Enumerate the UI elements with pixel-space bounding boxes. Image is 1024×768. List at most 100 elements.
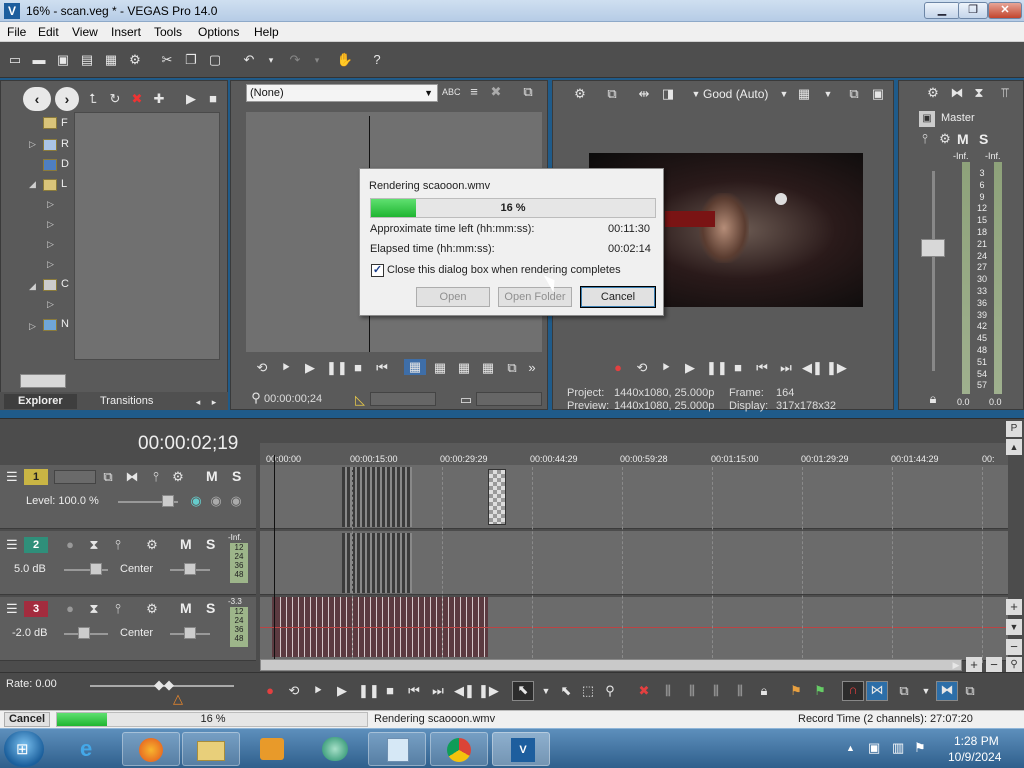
tab-transitions[interactable]: Transitions	[86, 394, 167, 409]
lock-icon[interactable]: 🔒︎	[756, 683, 772, 699]
taskbar-vegas[interactable]: V	[492, 732, 550, 766]
zoom-icon[interactable]: ▭	[458, 392, 474, 408]
track-header-video[interactable]: ☰ 1 ⧉ ⧓ ⫯ ⚙ M S Level: 100.0 % ◉ ◉ ◉	[0, 465, 256, 529]
menu-help[interactable]: Help	[254, 25, 279, 39]
chevron-down-icon[interactable]: ▼	[918, 683, 934, 699]
tray-date[interactable]: 10/9/2024	[948, 750, 1001, 764]
expand-icon[interactable]: ▷	[47, 299, 54, 310]
ripple-edit-icon[interactable]: ⧉	[896, 683, 912, 699]
chevron-down-icon[interactable]: ▼	[688, 86, 704, 102]
region-icon[interactable]: ⚑	[812, 683, 828, 699]
menu-tools[interactable]: Tools	[154, 25, 182, 39]
zoom-out-vertical-icon[interactable]: −	[1006, 639, 1022, 655]
master-downmix-icon[interactable]: ⧗	[971, 85, 987, 101]
save-snapshot-icon[interactable]: ▣	[870, 86, 886, 102]
track-fx-icon[interactable]: ⫯	[148, 469, 164, 485]
preview-quality[interactable]: Good (Auto)	[703, 87, 768, 101]
scroll-up-icon[interactable]: ▲	[1006, 439, 1022, 455]
forward-icon[interactable]: ›	[55, 87, 79, 111]
track-volume-knob[interactable]	[90, 563, 102, 575]
refresh-icon[interactable]: ↻	[107, 91, 123, 107]
redo-dropdown-icon[interactable]: ▾	[308, 51, 326, 69]
trim-start-icon[interactable]: ⫼	[684, 683, 700, 699]
master-panel-icon[interactable]: ▣	[919, 111, 935, 127]
undo-icon[interactable]: ↶	[240, 51, 258, 69]
tree-item-f[interactable]: F	[61, 117, 68, 129]
properties-gear-icon[interactable]: ⚙	[126, 51, 144, 69]
play-from-start-icon[interactable]: ⯈	[278, 360, 294, 376]
track-mute-button[interactable]: M	[206, 468, 218, 484]
library-folder-icon[interactable]	[43, 179, 57, 191]
tab-scroll-right-icon[interactable]: ▸	[206, 394, 222, 410]
track-bypass-icon[interactable]: ◉	[208, 493, 224, 509]
taskbar-chrome[interactable]	[430, 732, 488, 766]
go-to-start-icon[interactable]: ⏮	[406, 683, 422, 699]
track-gear-icon[interactable]: ⚙	[144, 537, 160, 553]
paste-icon[interactable]: ▢	[206, 51, 224, 69]
auto-crossfade-icon[interactable]: ⋈	[866, 681, 888, 701]
selection-tool-icon[interactable]: ⬚	[580, 683, 596, 699]
taskbar-internet-explorer[interactable]: e	[62, 732, 120, 766]
track-gear-icon[interactable]: ⚙	[144, 601, 160, 617]
tree-item-n[interactable]: N	[61, 318, 69, 330]
zoom-in-vertical-icon[interactable]: +	[1006, 599, 1022, 615]
tree-item-c[interactable]: C	[61, 278, 69, 290]
track-pan-knob[interactable]	[184, 563, 196, 575]
track-envelope-icon[interactable]: ⧗	[86, 601, 102, 617]
desktop-icon[interactable]	[43, 159, 57, 171]
tab-scroll-left-icon[interactable]: ◂	[190, 394, 206, 410]
save-icon[interactable]: ▣	[54, 51, 72, 69]
split-screen-icon[interactable]: ⇹	[636, 86, 652, 102]
stop-icon[interactable]: ■	[730, 360, 746, 376]
status-cancel-button[interactable]: Cancel	[4, 712, 50, 727]
explorer-stop-icon[interactable]: ■	[205, 91, 221, 107]
loop-icon[interactable]: ⟲	[634, 360, 650, 376]
expand-icon[interactable]: ▷	[29, 139, 36, 150]
trimmer-list-icon[interactable]: ≡	[466, 84, 482, 100]
overlay-icon[interactable]: ◨	[660, 86, 676, 102]
taskbar-media-player[interactable]	[244, 732, 302, 766]
track-fx-icon[interactable]: ⫯	[110, 601, 126, 617]
expand-icon[interactable]: ▷	[47, 259, 54, 270]
cancel-render-button[interactable]: Cancel	[580, 286, 656, 308]
record-icon[interactable]: ●	[262, 683, 278, 699]
master-insert-fx-icon[interactable]: ⫯	[917, 131, 933, 147]
taskbar-notepad[interactable]	[368, 732, 426, 766]
next-frame-icon[interactable]: ❚▶	[826, 360, 847, 376]
tab-explorer[interactable]: Explorer	[4, 394, 77, 409]
master-fx-gear-icon[interactable]: ⚙	[937, 131, 953, 147]
track-parent-icon[interactable]: ◉	[228, 493, 244, 509]
maximize-button[interactable]: ❐	[958, 2, 988, 19]
zoom-in-icon[interactable]: +	[966, 657, 982, 673]
trimmer-mode5-icon[interactable]: ⧉	[504, 360, 520, 376]
zoom-tool-icon[interactable]: ⚲	[602, 683, 618, 699]
close-button[interactable]: ✕	[988, 2, 1022, 19]
open-button[interactable]: Open	[416, 287, 490, 307]
expand-icon[interactable]: ▷	[47, 239, 54, 250]
track-volume-knob[interactable]	[78, 627, 90, 639]
track-solo-button[interactable]: S	[206, 600, 215, 616]
zoom-icon[interactable]: ⚲	[1006, 657, 1022, 673]
go-to-end-icon[interactable]: ⏭	[778, 360, 794, 376]
track-fx-icon[interactable]: ⫯	[110, 537, 126, 553]
chevron-down-icon[interactable]: ▼	[538, 683, 554, 699]
preview-device-icon[interactable]: ⧉	[604, 86, 620, 102]
explorer-horizontal-scrollbar[interactable]	[20, 374, 66, 388]
new-icon[interactable]: ▭	[6, 51, 24, 69]
play-from-start-icon[interactable]: ⯈	[310, 683, 326, 699]
track-envelope-icon[interactable]: ⧗	[86, 537, 102, 553]
timeline-cursor[interactable]	[274, 455, 275, 663]
taskbar-firefox[interactable]	[122, 732, 180, 766]
pin-icon[interactable]: ⚲	[248, 390, 264, 406]
tray-show-hidden-icon[interactable]: ▲	[846, 743, 855, 753]
play-icon[interactable]: ▶	[334, 683, 350, 699]
next-frame-icon[interactable]: ❚▶	[478, 683, 499, 699]
play-from-start-icon[interactable]: ⯈	[658, 360, 674, 376]
go-to-end-icon[interactable]: ⏭	[430, 683, 446, 699]
track-mute-button[interactable]: M	[180, 536, 192, 552]
generated-clip[interactable]	[488, 469, 506, 525]
prev-frame-icon[interactable]: ◀❚	[802, 360, 823, 376]
track-lane-video[interactable]	[260, 465, 1008, 529]
normal-edit-tool-icon[interactable]: ⬉	[512, 681, 534, 701]
explorer-file-list[interactable]	[74, 112, 220, 360]
